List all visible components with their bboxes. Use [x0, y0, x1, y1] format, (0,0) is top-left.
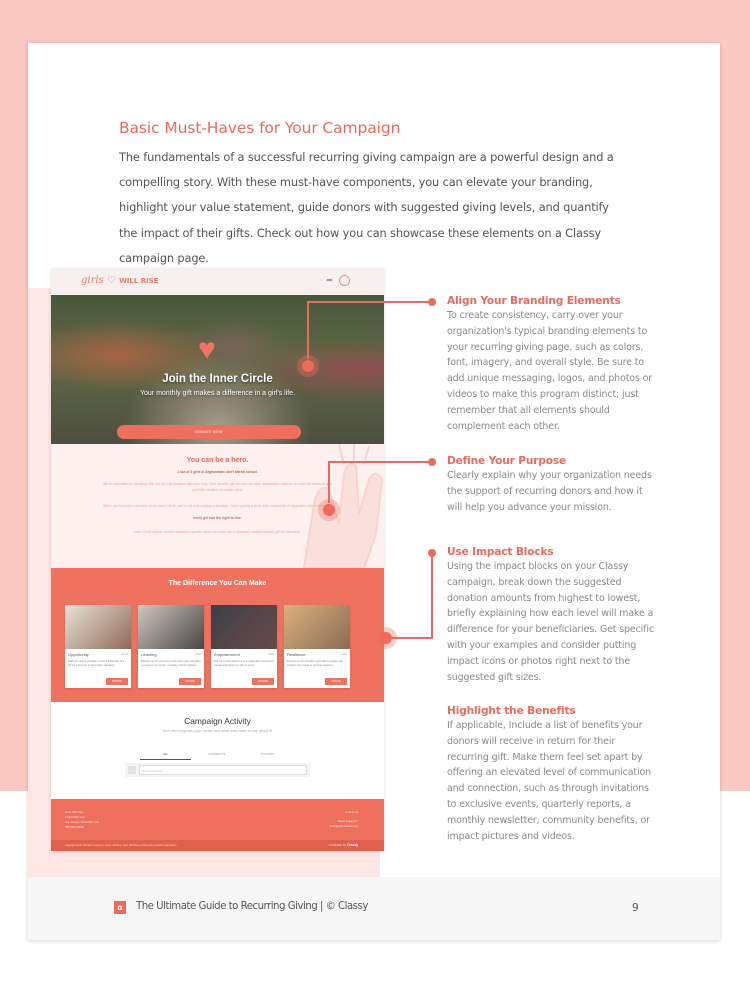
tab-comments[interactable]: COMMENTS — [191, 752, 242, 760]
account-icon[interactable] — [339, 275, 350, 286]
hero-subtitle: Your monthly gift makes a difference in … — [139, 390, 296, 397]
callout-title: Use Impact Blocks — [447, 546, 554, 558]
story-paragraph: We're committed to changing that, but it… — [103, 482, 332, 492]
impact-title: The Difference You Can Make — [168, 580, 267, 587]
heart-logo-icon: ♥ — [198, 333, 216, 366]
callout-branding: Align Your Branding Elements To create c… — [447, 295, 657, 434]
mockup-header: girls ♡ WILL RISE ➦ — [51, 268, 384, 295]
phone: 555-555-5555 — [65, 825, 84, 829]
impact-donate-button[interactable]: DONATE — [252, 678, 274, 685]
logo-caps: WILL RISE — [119, 277, 159, 285]
mockup-footer: Girls Will Rise 1234 Main Ave San Diego,… — [51, 799, 384, 851]
callout-title: Align Your Branding Elements — [447, 295, 621, 307]
impact-card-amount: $25 — [268, 652, 274, 656]
document-page: Basic Must-Haves for Your Campaign The f… — [28, 43, 720, 940]
callout-impact: Use Impact Blocks Using the impact block… — [447, 546, 657, 685]
org-contact: Girls Will Rise 1234 Main Ave San Diego,… — [65, 810, 99, 830]
callout-body: To create consistency, carry over your o… — [447, 310, 653, 432]
activity-title: Campaign Activity — [184, 716, 251, 726]
impact-card-desc: $50 per month covers the cost of five gi… — [141, 660, 201, 667]
section-title: Basic Must-Haves for Your Campaign — [119, 119, 401, 137]
footer-links: Follow us Need Support? hello@girlswillr… — [329, 810, 358, 829]
impact-card-amount: $100 — [121, 652, 128, 656]
impact-donate-button[interactable]: DONATE — [179, 678, 201, 685]
story-paragraph: Inner Circle donors receive exclusive up… — [134, 530, 301, 534]
connector-line — [328, 461, 330, 503]
follow-link[interactable]: Follow us — [329, 810, 358, 815]
impact-blocks-section: The Difference You Can Make Opportunity … — [51, 568, 384, 702]
callout-purpose: Define Your Purpose Clearly explain why … — [447, 455, 657, 515]
tab-all[interactable]: ALL — [140, 752, 191, 760]
branding-dot — [428, 298, 436, 306]
story-paragraph: When you become a member of our Inner Ci… — [103, 504, 332, 508]
impact-dot — [428, 549, 436, 557]
page-number: 9 — [632, 902, 639, 914]
impact-photo — [65, 605, 131, 649]
connector-line — [388, 637, 432, 639]
impact-card: Resilience $10 $10 per month provides a … — [284, 605, 350, 688]
connector-line — [307, 301, 433, 303]
avatar — [128, 766, 136, 774]
impact-card-amount: $50 — [195, 652, 201, 656]
connector-line — [307, 301, 309, 359]
connector-line — [328, 461, 433, 463]
share-icon[interactable]: ➦ — [326, 276, 333, 285]
callout-benefits: Highlight the Benefits If applicable, In… — [447, 705, 657, 844]
impact-donate-button[interactable]: DONATE — [106, 678, 128, 685]
hero-image: ♥ Join the Inner Circle Your monthly gif… — [51, 295, 384, 444]
page-footer: α The Ultimate Guide to Recurring Giving… — [28, 877, 720, 940]
purpose-dot — [428, 458, 436, 466]
intro-paragraph: The fundamentals of a successful recurri… — [119, 150, 614, 265]
copyright-bar: Copyright 2019 • All rights reserved • T… — [51, 840, 384, 851]
campaign-activity-section: Campaign Activity See who supports your … — [51, 702, 384, 799]
impact-cards: Opportunity $100 $100 per month provides… — [65, 605, 350, 688]
impact-card: Empowerment $25 $25 per month allows us … — [211, 605, 277, 688]
impact-donate-button[interactable]: DONATE — [325, 678, 347, 685]
heart-icon: ♡ — [106, 275, 116, 286]
impact-photo — [138, 605, 204, 649]
donate-now-button[interactable]: DONATE NOW — [117, 425, 301, 439]
impact-card-desc: $10 per month provides a girl with the b… — [287, 660, 343, 667]
campaign-page-mockup: girls ♡ WILL RISE ➦ ♥ Join the Inner Cir… — [51, 268, 384, 851]
callout-body: Using the impact blocks on your Classy c… — [447, 561, 654, 683]
impact-card-title: Empowerment — [214, 652, 240, 657]
activity-tabs: ALL COMMENTS DONORS — [140, 752, 293, 760]
copyright-text: Copyright 2019 • All rights reserved • T… — [65, 844, 177, 847]
comment-box: Post a comment... — [125, 763, 310, 777]
logo-script: girls — [81, 275, 104, 286]
callout-body: If applicable, Include a list of benefit… — [447, 720, 652, 842]
connector-line — [431, 554, 433, 639]
story-stat: 1 out of 3 girls in Afghanistan don't at… — [177, 470, 258, 474]
callout-title: Define Your Purpose — [447, 455, 567, 467]
hero-title: Join the Inner Circle — [162, 373, 273, 385]
header-actions: ➦ — [326, 275, 350, 286]
classy-logo-icon: α — [114, 901, 126, 914]
callout-title: Highlight the Benefits — [447, 705, 576, 717]
footer-title: The Ultimate Guide to Recurring Giving |… — [136, 901, 368, 912]
impact-photo — [284, 605, 350, 649]
impact-card-title: Resilience — [287, 652, 306, 657]
impact-card: Opportunity $100 $100 per month provides… — [65, 605, 131, 688]
impact-photo — [211, 605, 277, 649]
tab-donors[interactable]: DONORS — [242, 752, 293, 760]
org-logo: girls ♡ WILL RISE — [81, 275, 159, 286]
powered-by: POWERED BY Classy — [328, 843, 358, 847]
story-emphasis: every girl has the right to rise. — [193, 516, 242, 520]
impact-card-title: Learning — [141, 652, 157, 657]
impact-card-amount: $10 — [341, 652, 347, 656]
impact-card-title: Opportunity — [68, 652, 89, 657]
activity-subtitle: See who supports your cause and what the… — [162, 729, 273, 733]
classy-brand: Classy — [347, 843, 358, 847]
comment-input[interactable]: Post a comment... — [139, 765, 307, 775]
impact-card: Learning $50 $50 per month covers the co… — [138, 605, 204, 688]
impact-card-desc: $25 per month allows us to provide after… — [214, 660, 274, 667]
callout-body: Clearly explain why your organization ne… — [447, 470, 652, 513]
impact-card-desc: $100 per month provides a school fellows… — [68, 660, 125, 667]
email-link[interactable]: hello@girlswillrise.org — [329, 824, 358, 829]
